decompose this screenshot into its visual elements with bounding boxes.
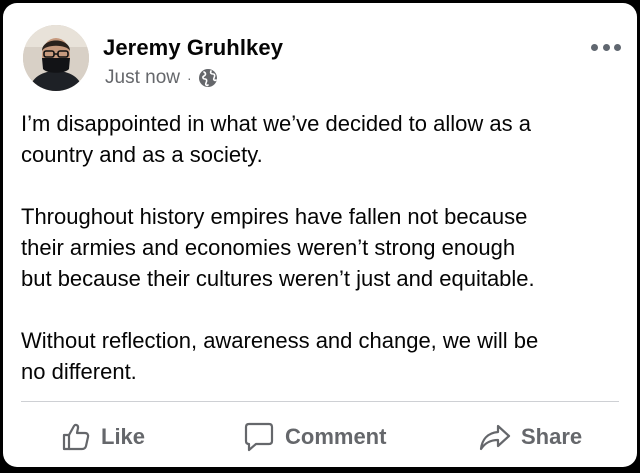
globe-icon[interactable]: [198, 68, 218, 88]
comment-button[interactable]: Comment: [243, 419, 386, 455]
more-dot: [591, 43, 598, 51]
meta-separator: ·: [186, 70, 192, 86]
avatar[interactable]: [23, 25, 89, 91]
comment-label: Comment: [285, 424, 387, 449]
share-button[interactable]: Share: [479, 419, 582, 455]
post-paragraph: I’m disappointed in what we’ve decided t…: [21, 108, 621, 170]
post-body: I’m disappointed in what we’ve decided t…: [21, 108, 621, 418]
more-dot: [614, 43, 621, 51]
more-options-icon[interactable]: [591, 39, 621, 55]
like-label: Like: [101, 424, 146, 449]
like-button[interactable]: Like: [61, 419, 145, 455]
avatar-image: [23, 25, 89, 91]
post-card: Jeremy Gruhlkey Just now · I’m disappoin…: [3, 3, 637, 467]
post-line: Throughout history empires have fallen n…: [21, 204, 528, 229]
post-header: Jeremy Gruhlkey Just now ·: [3, 3, 637, 99]
comment-bubble-icon: [244, 422, 274, 452]
post-actions: Like Comment Share: [3, 411, 637, 461]
more-dot: [602, 43, 610, 51]
post-paragraph: Throughout history empires have fallen n…: [21, 201, 621, 294]
post-line: country and as a society.: [21, 142, 263, 167]
post-paragraph: Without reflection, awareness and change…: [21, 325, 621, 387]
post-line: I’m disappointed in what we’ve decided t…: [21, 111, 531, 136]
author-name[interactable]: Jeremy Gruhlkey: [103, 35, 283, 61]
share-arrow-icon: [479, 424, 511, 451]
post-meta: Just now ·: [105, 67, 218, 89]
post-line: Without reflection, awareness and change…: [21, 328, 539, 353]
post-line: no different.: [21, 359, 137, 384]
post-line: their armies and economies weren’t stron…: [21, 235, 516, 260]
post-timestamp[interactable]: Just now: [105, 67, 180, 89]
actions-divider: [21, 401, 619, 402]
thumbs-up-icon: [62, 423, 90, 451]
share-label: Share: [521, 424, 583, 449]
post-line: but because their cultures weren’t just …: [21, 266, 535, 291]
